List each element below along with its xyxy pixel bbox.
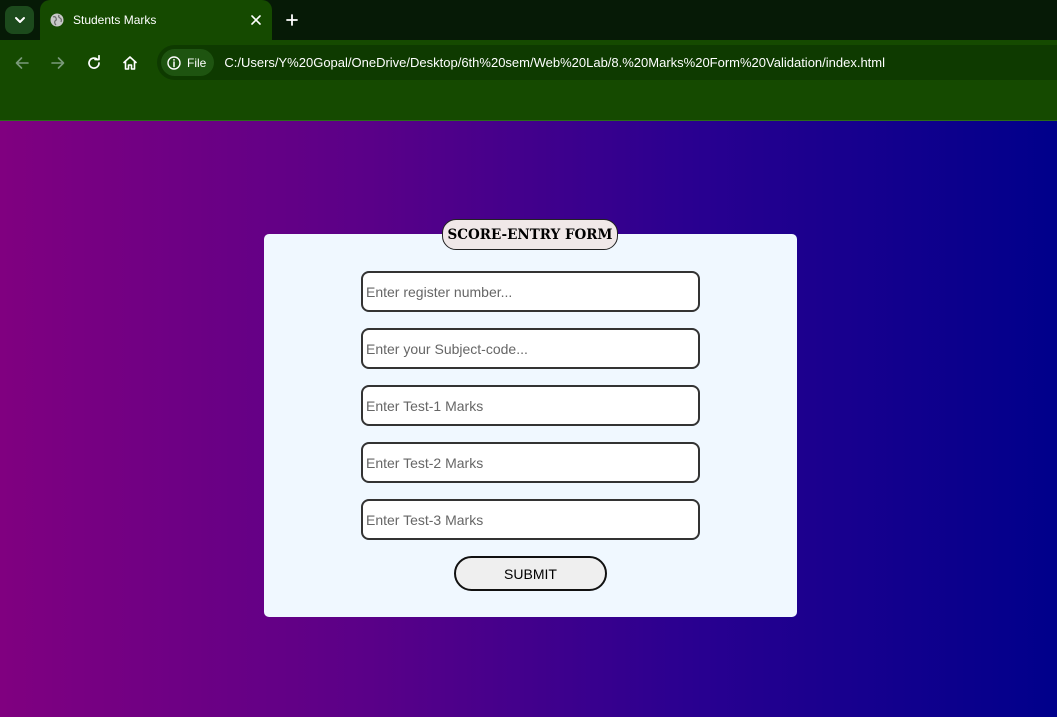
test2-marks-input[interactable] [361, 442, 700, 483]
test3-marks-input[interactable] [361, 499, 700, 540]
tab-title: Students Marks [73, 13, 157, 27]
new-tab-button[interactable] [280, 8, 304, 32]
info-icon [167, 55, 181, 70]
page-background: SUBMIT SCORE-ENTRY FORM [0, 121, 1057, 717]
arrow-left-icon [15, 57, 29, 69]
register-number-input[interactable] [361, 271, 700, 312]
back-button[interactable] [10, 51, 34, 75]
submit-button[interactable]: SUBMIT [454, 556, 607, 591]
site-chip-label: File [187, 55, 207, 70]
reload-icon [88, 55, 100, 69]
tab-search-button[interactable] [5, 6, 34, 34]
score-entry-form: SUBMIT [264, 234, 797, 617]
site-info-button[interactable]: File [161, 49, 215, 76]
forward-button[interactable] [46, 51, 70, 75]
tab-strip: Students Marks [0, 0, 1057, 40]
home-button[interactable] [118, 51, 142, 75]
arrow-right-icon [51, 57, 65, 69]
reload-button[interactable] [82, 51, 106, 75]
subject-code-input[interactable] [361, 328, 700, 369]
home-icon [123, 56, 137, 70]
plus-icon [286, 14, 298, 26]
globe-icon [49, 12, 65, 28]
chevron-down-icon [14, 17, 25, 23]
close-icon[interactable] [246, 10, 266, 30]
browser-toolbar: File C:/Users/Y%20Gopal/OneDrive/Desktop… [0, 40, 1057, 121]
test1-marks-input[interactable] [361, 385, 700, 426]
tab-students-marks[interactable]: Students Marks [40, 0, 272, 40]
url-text[interactable]: C:/Users/Y%20Gopal/OneDrive/Desktop/6th%… [224, 55, 885, 70]
address-bar[interactable]: File C:/Users/Y%20Gopal/OneDrive/Desktop… [157, 45, 1057, 80]
form-legend: SCORE-ENTRY FORM [442, 219, 618, 250]
